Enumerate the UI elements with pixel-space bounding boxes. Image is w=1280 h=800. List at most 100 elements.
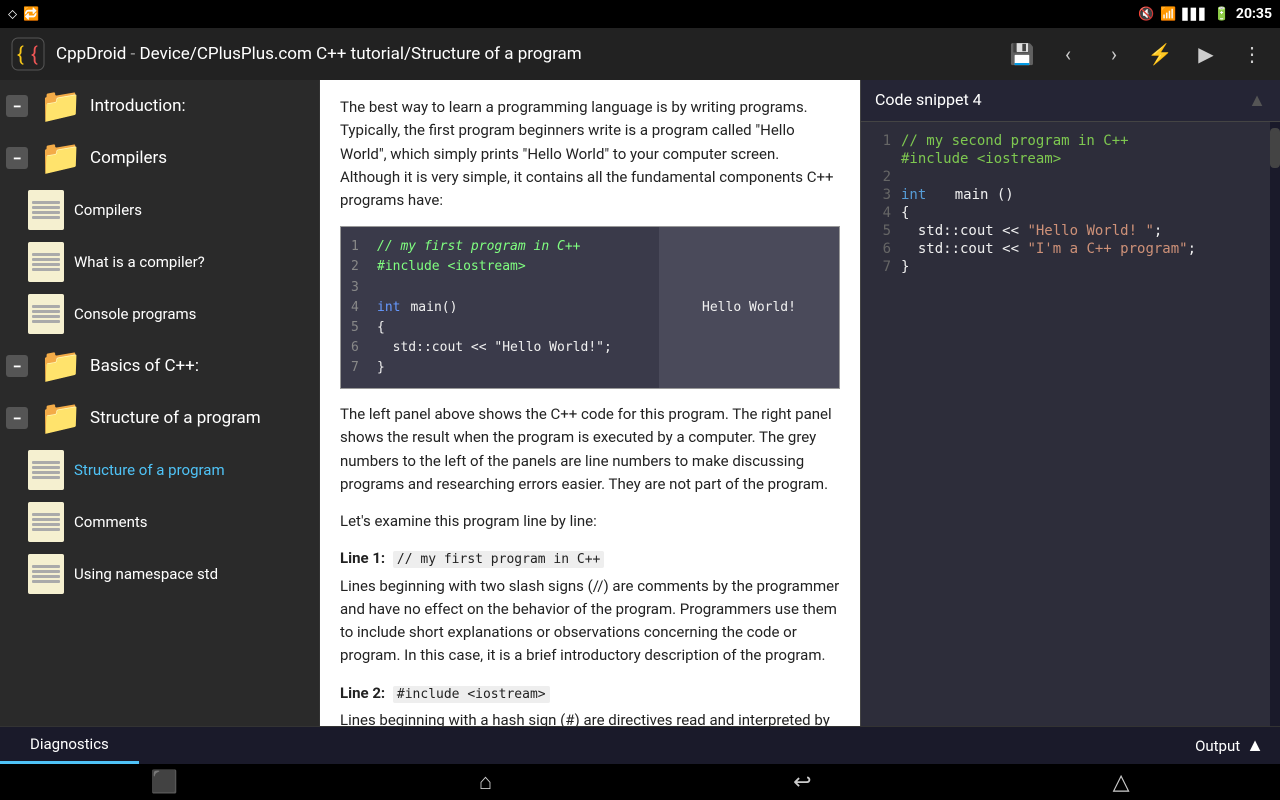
main-layout: − 📁 Introduction: − 📁 Compilers Compiler… (0, 80, 1280, 726)
sn-kw-int: int (901, 187, 926, 203)
snippet-header: Code snippet 4 ▲ (861, 80, 1280, 122)
back-button[interactable]: ‹ (1050, 36, 1086, 72)
content-line2: Line 2: #include <iostream> (340, 682, 840, 705)
sidebar-section-compilers[interactable]: − 📁 Compilers (0, 132, 319, 184)
doc-icon-using-namespace (28, 554, 64, 594)
collapse-basics[interactable]: − (6, 355, 28, 377)
back-nav-button[interactable]: ↩ (793, 770, 811, 795)
status-right: 🔇 📶 ▋▋▋ 🔋 20:35 (1138, 6, 1272, 22)
line1-code: // my first program in C++ (393, 551, 605, 568)
sidebar-item-compilers[interactable]: Compilers (0, 184, 319, 236)
folder-icon-compilers: 📁 (40, 140, 82, 176)
sidebar-item-what-is-compiler[interactable]: What is a compiler? (0, 236, 319, 288)
doc-icon-compilers (28, 190, 64, 230)
sn-num-1: 1 (871, 133, 891, 149)
line2-code: #include <iostream> (393, 686, 550, 703)
sn-num-3: 3 (871, 187, 891, 203)
menu-button[interactable]: ⋮ (1234, 36, 1270, 72)
sn-text-7: } (901, 259, 909, 275)
sn-text-1: // my second program in C++ (901, 133, 1129, 149)
sidebar-item-label-comments: Comments (74, 513, 148, 531)
folder-icon-basics: 📁 (40, 348, 82, 384)
sn-text-2 (901, 169, 909, 185)
title-bar: { { CppDroid - Device/CPlusPlus.com C++ … (0, 28, 1280, 80)
collapse-introduction[interactable]: − (6, 95, 28, 117)
code-right-panel: Hello World! (659, 227, 839, 388)
collapse-compilers[interactable]: − (6, 147, 28, 169)
content-examine: Let's examine this program line by line: (340, 510, 840, 533)
sidebar-item-label-using-namespace: Using namespace std (74, 565, 218, 583)
sidebar-section-introduction[interactable]: − 📁 Introduction: (0, 80, 319, 132)
lightning-button[interactable]: ⚡ (1142, 36, 1178, 72)
sidebar-item-label-console-programs: Console programs (74, 305, 196, 323)
content-area[interactable]: The best way to learn a programming lang… (320, 80, 860, 726)
sn-text-4: { (901, 205, 909, 221)
tab-diagnostics[interactable]: Diagnostics (0, 727, 139, 764)
line2-label: Line 2: (340, 684, 385, 702)
snippet-scrollbar[interactable] (1270, 122, 1280, 726)
svg-text:{: { (31, 42, 38, 66)
sidebar-section-structure[interactable]: − 📁 Structure of a program (0, 392, 319, 444)
sidebar-section-basics[interactable]: − 📁 Basics of C++: (0, 340, 319, 392)
output-label: Output (1195, 737, 1240, 755)
sn-num-6: 6 (871, 241, 891, 257)
up-button[interactable]: △ (1113, 770, 1130, 795)
doc-icon-comments (28, 502, 64, 542)
svg-text:{: { (17, 42, 24, 66)
sidebar-item-console-programs[interactable]: Console programs (0, 288, 319, 340)
sn-num-include (871, 151, 891, 167)
sidebar-item-label-structure: Structure of a program (74, 461, 225, 479)
code-output: Hello World! (702, 298, 796, 318)
sidebar-label-basics: Basics of C++: (90, 356, 199, 376)
doc-icon-structure (28, 450, 64, 490)
battery-icon: 🔋 (1214, 7, 1230, 22)
sn-num-7: 7 (871, 259, 891, 275)
app-title: CppDroid - Device/CPlusPlus.com C++ tuto… (56, 44, 994, 64)
sidebar-label-structure: Structure of a program (90, 408, 261, 428)
content-intro: The best way to learn a programming lang… (340, 96, 840, 212)
sidebar-item-using-namespace[interactable]: Using namespace std (0, 548, 319, 600)
home-button[interactable]: ⌂ (479, 769, 492, 795)
sidebar-item-comments[interactable]: Comments (0, 496, 319, 548)
snippet-line-1: 1 // my second program in C++ (871, 132, 1260, 150)
line1-label: Line 1: (340, 549, 385, 567)
expand-icon: ▲ (1246, 735, 1264, 756)
sidebar-item-structure[interactable]: Structure of a program (0, 444, 319, 496)
snippet-body: 1 // my second program in C++ #include <… (861, 122, 1270, 726)
code-snippet-panel: Code snippet 4 ▲ 1 // my second program … (860, 80, 1280, 726)
sidebar-item-label-what-is-compiler: What is a compiler? (74, 253, 205, 271)
status-bar: ⬦ 🔁 🔇 📶 ▋▋▋ 🔋 20:35 (0, 0, 1280, 28)
app-icon: { { (10, 36, 46, 72)
snippet-line-2: 2 (871, 168, 1260, 186)
tab-diagnostics-label: Diagnostics (30, 735, 109, 753)
doc-icon-console-programs (28, 294, 64, 334)
sidebar-label-introduction: Introduction: (90, 96, 186, 116)
sn-num-5: 5 (871, 223, 891, 239)
content-explanation: The left panel above shows the C++ code … (340, 403, 840, 496)
sidebar-label-compilers: Compilers (90, 148, 167, 168)
play-button[interactable]: ▶ (1188, 36, 1224, 72)
snippet-line-include: #include <iostream> (871, 150, 1260, 168)
output-button[interactable]: Output ▲ (1179, 727, 1280, 764)
collapse-structure[interactable]: − (6, 407, 28, 429)
snippet-line-3: 3 int main () (871, 186, 1260, 204)
forward-button[interactable]: › (1096, 36, 1132, 72)
sidebar: − 📁 Introduction: − 📁 Compilers Compiler… (0, 80, 320, 726)
content-line2-text: Lines beginning with a hash sign (#) are… (340, 709, 840, 726)
doc-icon-what-is-compiler (28, 242, 64, 282)
status-left: ⬦ 🔁 (8, 7, 39, 22)
status-icon-2: 🔁 (23, 7, 39, 22)
sn-num-4: 4 (871, 205, 891, 221)
bottom-nav: ⬛ ⌂ ↩ △ (0, 764, 1280, 800)
folder-icon-structure: 📁 (40, 400, 82, 436)
snippet-line-5: 5 std::cout << "Hello World! "; (871, 222, 1260, 240)
sn-text-5: std::cout << "Hello World! "; (901, 223, 1162, 239)
diagnostics-bar: Diagnostics Output ▲ (0, 726, 1280, 764)
content-line1: Line 1: // my first program in C++ (340, 547, 840, 570)
code-left-panel: 1// my first program in C++ 2#include <i… (341, 227, 659, 388)
content-line1-text: Lines beginning with two slash signs (//… (340, 575, 840, 668)
snippet-line-7: 7 } (871, 258, 1260, 276)
save-button[interactable]: 💾 (1004, 36, 1040, 72)
recent-apps-button[interactable]: ⬛ (150, 770, 177, 795)
diag-spacer (139, 727, 1179, 764)
